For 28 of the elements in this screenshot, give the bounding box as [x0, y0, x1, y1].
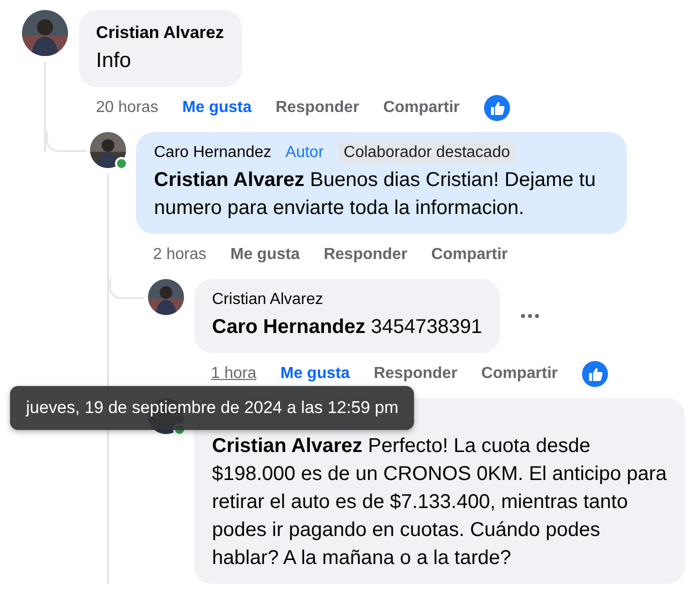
avatar[interactable] — [90, 132, 126, 168]
thumbs-up-icon[interactable] — [582, 361, 608, 388]
share-link[interactable]: Compartir — [383, 99, 460, 118]
timestamp-link[interactable]: 1 hora — [211, 365, 256, 384]
timestamp-link[interactable]: 20 horas — [96, 99, 158, 118]
reply-link[interactable]: Responder — [276, 99, 360, 118]
author-label: Autor — [284, 143, 325, 164]
more-icon[interactable] — [520, 313, 540, 320]
thumbs-up-icon[interactable] — [484, 95, 510, 122]
comment-text: Cristian Alvarez Buenos dias Cristian! Dejame tu numero para enviarte toda la informacion. — [154, 168, 597, 222]
avatar[interactable] — [22, 10, 68, 56]
author-name[interactable]: Caro Hernandez — [154, 144, 272, 162]
reply-link[interactable]: Responder — [324, 246, 408, 264]
avatar[interactable] — [148, 279, 184, 316]
author-name[interactable]: Cristian Alvarez — [96, 23, 224, 43]
comment-text: Caro Hernandez 3454738391 — [212, 315, 482, 340]
like-link[interactable]: Me gusta — [230, 246, 300, 264]
share-link[interactable]: Compartir — [431, 246, 508, 264]
comment-text: Info — [96, 48, 132, 74]
like-link[interactable]: Me gusta — [182, 99, 252, 118]
share-link[interactable]: Compartir — [481, 365, 558, 384]
reply-link[interactable]: Responder — [374, 365, 458, 384]
like-link[interactable]: Me gusta — [280, 365, 350, 384]
featured-tag: Colaborador destacado — [338, 142, 516, 164]
author-name[interactable]: Cristian Alvarez — [212, 291, 324, 310]
timestamp-link[interactable]: 2 horas — [153, 246, 206, 264]
comment-text: Cristian Alvarez Perfecto! La cuota desde $198.000 es de un CRONOS 0KM. El anticipo para retirar el auto es de $7.133.400, mientras tanto podes ir pagando en cuotas. Cuándo podes hablar? A la mañana o a la tarde? — [212, 434, 667, 572]
date-tooltip: jueves, 19 de septiembre de 2024 a las 12:59 pm — [10, 386, 414, 430]
